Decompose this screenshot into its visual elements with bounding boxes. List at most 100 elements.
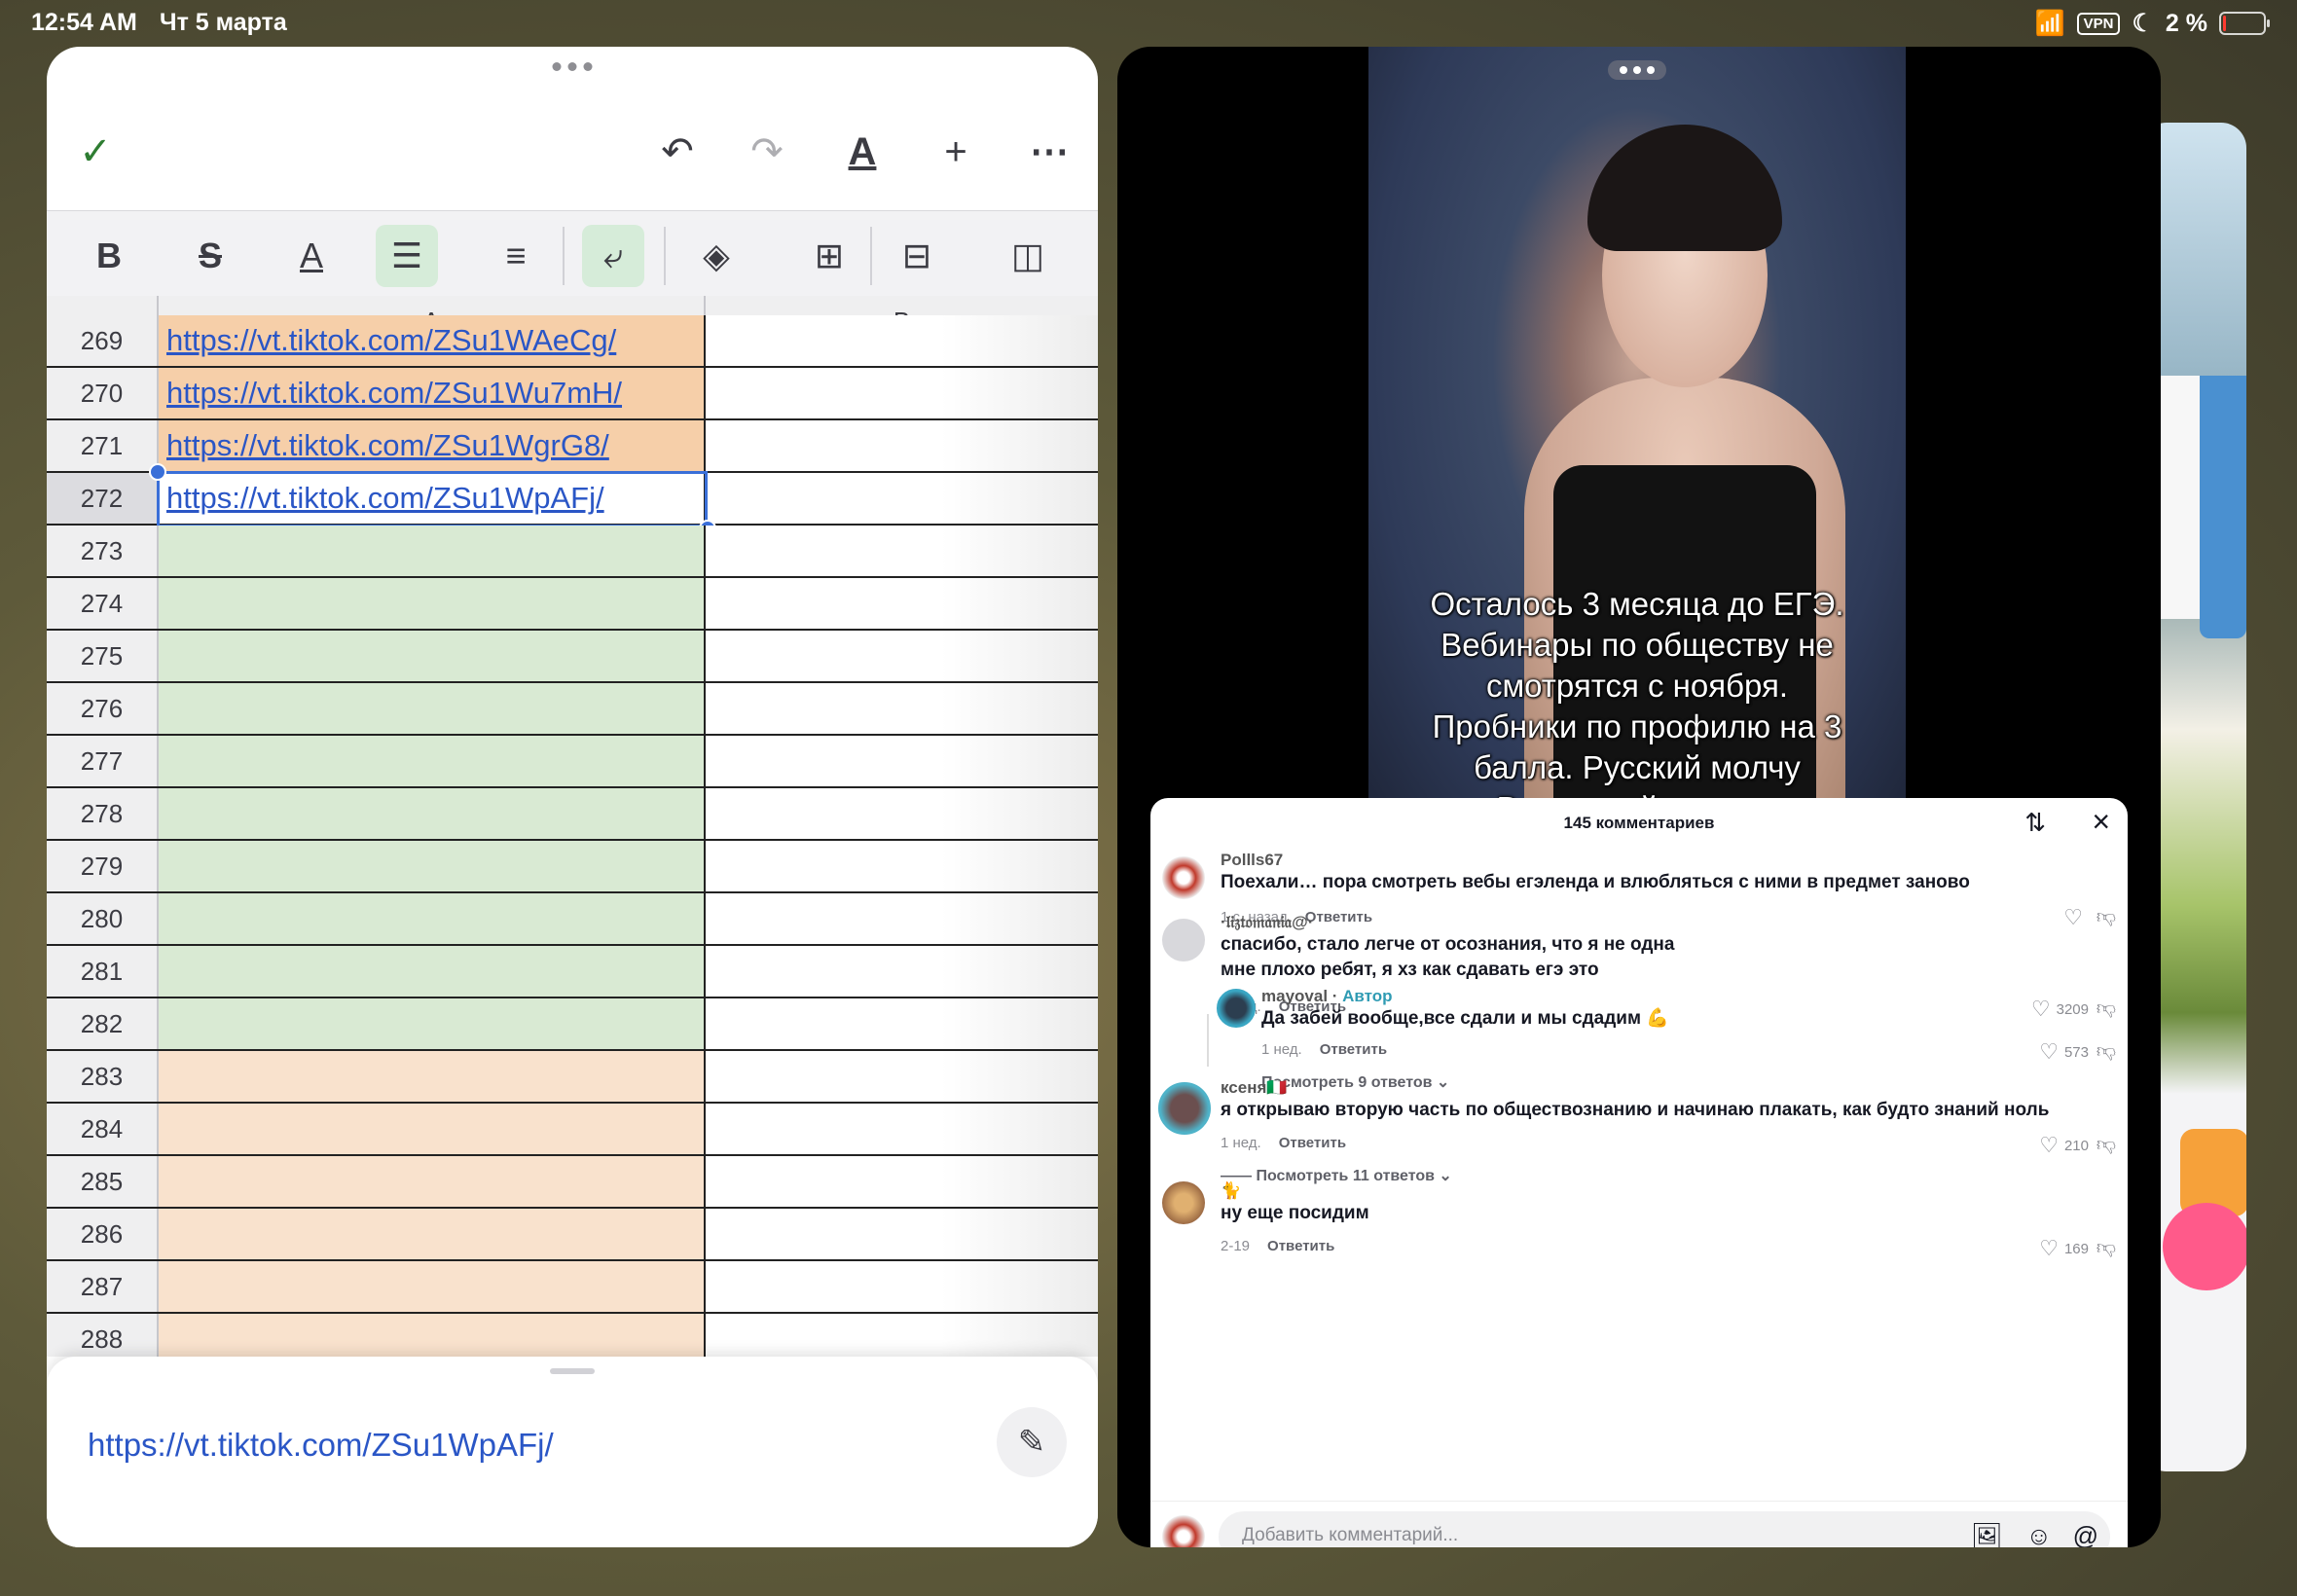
cell-b[interactable] [706, 315, 1098, 366]
row-number[interactable]: 278 [47, 788, 159, 839]
table-row[interactable]: 281 [47, 946, 1098, 998]
cell-b[interactable] [706, 946, 1098, 997]
view-replies-button[interactable]: —— Посмотреть 11 ответов ⌄ [1221, 1166, 1452, 1185]
align-center-icon[interactable]: ≡ [485, 225, 547, 287]
cell-a[interactable]: https://vt.tiktok.com/ZSu1WpAFj/ [159, 473, 706, 524]
table-row[interactable]: 282 [47, 998, 1098, 1051]
cell-b[interactable] [706, 736, 1098, 786]
redo-icon[interactable]: ↷ [740, 125, 794, 179]
cell-b[interactable] [706, 1104, 1098, 1154]
cell-a[interactable] [159, 1209, 706, 1259]
cell-b[interactable] [706, 1156, 1098, 1207]
row-number[interactable]: 280 [47, 893, 159, 944]
cell-a[interactable] [159, 1156, 706, 1207]
reply-button[interactable]: Ответить [1267, 1238, 1334, 1254]
cell-a[interactable] [159, 736, 706, 786]
like-button[interactable]: ♡ 210 [2039, 1133, 2089, 1158]
comment-input[interactable]: Добавить комментарий... 🖼︎ ☺ @ [1219, 1511, 2110, 1547]
avatar[interactable] [1162, 856, 1205, 899]
borders-icon[interactable]: ⊞ [798, 225, 860, 287]
table-row[interactable]: 276 [47, 683, 1098, 736]
comment-user[interactable]: Pollls67 [1221, 851, 1283, 870]
table-row[interactable]: 283 [47, 1051, 1098, 1104]
avatar[interactable] [1217, 989, 1256, 1028]
cell-a[interactable] [159, 526, 706, 576]
cell-b[interactable] [706, 893, 1098, 944]
align-left-icon[interactable]: ☰ [376, 225, 438, 287]
cell-a[interactable] [159, 1051, 706, 1102]
formula-bar-handle[interactable] [550, 1368, 595, 1374]
cell-b[interactable] [706, 683, 1098, 734]
cell-b[interactable] [706, 420, 1098, 471]
view-replies-button[interactable]: Посмотреть 9 ответов ⌄ [1261, 1072, 1449, 1092]
cell-a[interactable] [159, 946, 706, 997]
table-row[interactable]: 269 https://vt.tiktok.com/ZSu1WAeCg/ [47, 315, 1098, 368]
cell-a[interactable] [159, 788, 706, 839]
cell-b[interactable] [706, 526, 1098, 576]
image-icon[interactable]: 🖼︎ [1971, 1521, 2003, 1547]
table-row[interactable]: 274 [47, 578, 1098, 631]
row-number[interactable]: 284 [47, 1104, 159, 1154]
table-row[interactable]: 279 [47, 841, 1098, 893]
edit-pencil-icon[interactable]: ✎ [997, 1407, 1067, 1477]
insert-column-icon[interactable]: ◫ [997, 225, 1059, 287]
cell-b[interactable] [706, 578, 1098, 629]
row-number[interactable]: 279 [47, 841, 159, 891]
like-button[interactable]: ♡ 3209 [2031, 997, 2089, 1022]
table-row[interactable]: 287 [47, 1261, 1098, 1314]
row-number[interactable]: 271 [47, 420, 159, 471]
row-number[interactable]: 288 [47, 1314, 159, 1357]
reply-button[interactable]: Ответить [1305, 909, 1372, 925]
cell-a[interactable] [159, 1314, 706, 1357]
table-row[interactable]: 288 [47, 1314, 1098, 1357]
comment-user[interactable]: mayoval · Автор [1261, 987, 1393, 1006]
undo-icon[interactable]: ↶ [650, 125, 705, 179]
text-format-icon[interactable]: A [835, 125, 890, 179]
cell-b[interactable] [706, 841, 1098, 891]
cell-b[interactable] [706, 631, 1098, 681]
reply-button[interactable]: Ответить [1279, 1135, 1346, 1151]
bold-icon[interactable]: B [78, 225, 140, 287]
table-row[interactable]: 285 [47, 1156, 1098, 1209]
table-row[interactable]: 272 https://vt.tiktok.com/ZSu1WpAFj/ [47, 473, 1098, 526]
cell-a[interactable] [159, 893, 706, 944]
row-number[interactable]: 272 [47, 473, 159, 524]
row-number[interactable]: 283 [47, 1051, 159, 1102]
sort-icon[interactable]: ⇅ [2024, 808, 2046, 838]
comment-user[interactable]: ·𝔩𝔦𝔷𝔱𝔬𝔪𝔞𝔫𝔦𝔞@· [1221, 913, 1313, 932]
cell-link[interactable]: https://vt.tiktok.com/ZSu1WpAFj/ [166, 481, 604, 516]
comment-user[interactable]: ксеня🇮🇹 [1221, 1078, 1288, 1098]
table-row[interactable]: 286 [47, 1209, 1098, 1261]
table-row[interactable]: 277 [47, 736, 1098, 788]
avatar[interactable] [1162, 919, 1205, 961]
cell-b[interactable] [706, 368, 1098, 418]
formula-value[interactable]: https://vt.tiktok.com/ZSu1WpAFj/ [88, 1427, 554, 1464]
spreadsheet-grid[interactable]: A B 269https://vt.tiktok.com/ZSu1WAeCg/2… [47, 296, 1098, 1357]
cell-b[interactable] [706, 1261, 1098, 1312]
like-button[interactable]: ♡ 573 [2039, 1039, 2089, 1065]
video-player[interactable]: Осталось 3 месяца до ЕГЭ. Вебинары по об… [1368, 47, 1906, 825]
like-button[interactable]: ♡ [2063, 905, 2089, 930]
row-number[interactable]: 276 [47, 683, 159, 734]
mention-icon[interactable]: @ [2073, 1521, 2098, 1547]
dislike-icon[interactable]: 👎︎ [2096, 1133, 2116, 1156]
cell-b[interactable] [706, 1314, 1098, 1357]
row-number[interactable]: 269 [47, 315, 159, 366]
cell-a[interactable] [159, 683, 706, 734]
cell-a[interactable] [159, 998, 706, 1049]
reply-button[interactable]: Ответить [1320, 1041, 1387, 1058]
table-row[interactable]: 278 [47, 788, 1098, 841]
cell-a[interactable] [159, 1104, 706, 1154]
row-number[interactable]: 274 [47, 578, 159, 629]
cell-link[interactable]: https://vt.tiktok.com/ZSu1Wu7mH/ [166, 376, 622, 411]
row-number[interactable]: 281 [47, 946, 159, 997]
cell-link[interactable]: https://vt.tiktok.com/ZSu1WgrG8/ [166, 428, 609, 463]
selection-handle-top[interactable] [149, 463, 166, 481]
checkmark-icon[interactable]: ✓ [68, 125, 123, 179]
cell-a[interactable] [159, 1261, 706, 1312]
cell-a[interactable]: https://vt.tiktok.com/ZSu1WAeCg/ [159, 315, 706, 366]
row-number[interactable]: 282 [47, 998, 159, 1049]
dislike-icon[interactable]: 👎︎ [2096, 905, 2116, 928]
cell-b[interactable] [706, 1051, 1098, 1102]
table-row[interactable]: 284 [47, 1104, 1098, 1156]
